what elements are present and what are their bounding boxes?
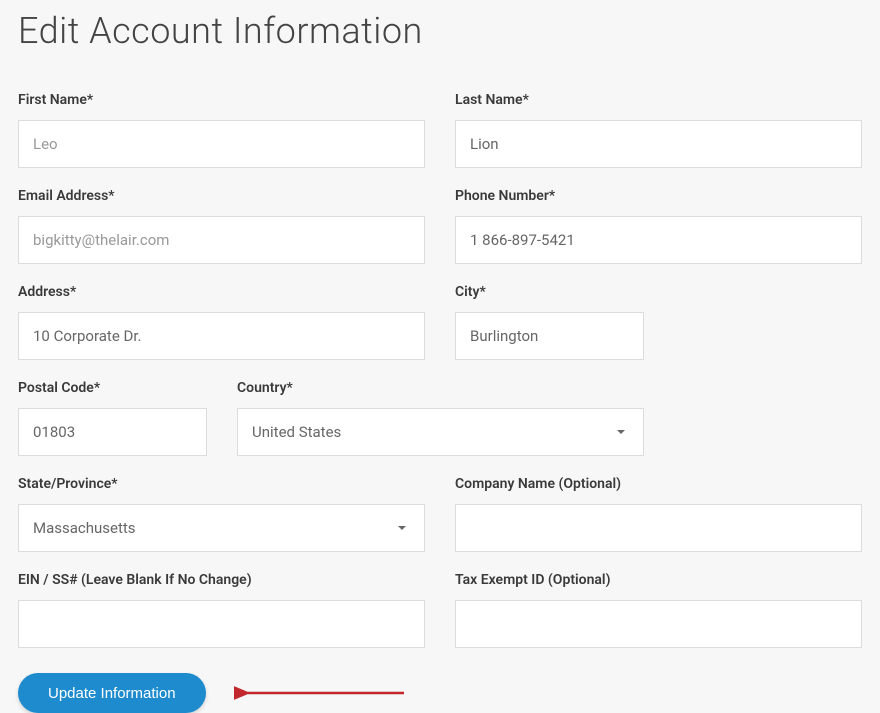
first-name-label: First Name* (18, 92, 425, 108)
first-name-group: First Name* (18, 92, 425, 168)
state-label: State/Province* (18, 476, 425, 492)
postal-code-input[interactable] (18, 408, 207, 456)
city-group: City* (455, 284, 644, 360)
city-input[interactable] (455, 312, 644, 360)
address-input[interactable] (18, 312, 425, 360)
country-group: Country* United States (237, 380, 644, 456)
ein-ss-input[interactable] (18, 600, 425, 648)
email-input[interactable] (18, 216, 425, 264)
state-select[interactable]: Massachusetts (18, 504, 425, 552)
caret-down-icon (617, 430, 625, 434)
first-name-input[interactable] (18, 120, 425, 168)
last-name-label: Last Name* (455, 92, 862, 108)
last-name-input[interactable] (455, 120, 862, 168)
button-row: Update Information (18, 673, 862, 713)
company-name-label: Company Name (Optional) (455, 476, 862, 492)
country-select[interactable]: United States (237, 408, 644, 456)
postal-code-label: Postal Code* (18, 380, 207, 396)
phone-input[interactable] (455, 216, 862, 264)
tax-exempt-input[interactable] (455, 600, 862, 648)
address-label: Address* (18, 284, 425, 300)
ein-ss-group: EIN / SS# (Leave Blank If No Change) (18, 572, 425, 648)
address-group: Address* (18, 284, 425, 360)
tax-exempt-label: Tax Exempt ID (Optional) (455, 572, 862, 588)
phone-label: Phone Number* (455, 188, 862, 204)
country-label: Country* (237, 380, 644, 396)
page-title: Edit Account Information (18, 10, 862, 52)
phone-group: Phone Number* (455, 188, 862, 264)
account-form: First Name* Last Name* Email Address* Ph… (18, 92, 862, 713)
state-group: State/Province* Massachusetts (18, 476, 425, 552)
city-label: City* (455, 284, 644, 300)
email-label: Email Address* (18, 188, 425, 204)
company-name-group: Company Name (Optional) (455, 476, 862, 552)
update-information-button[interactable]: Update Information (18, 673, 206, 713)
caret-down-icon (398, 526, 406, 530)
country-value: United States (252, 423, 617, 441)
company-name-input[interactable] (455, 504, 862, 552)
arrow-annotation (234, 682, 409, 704)
tax-exempt-group: Tax Exempt ID (Optional) (455, 572, 862, 648)
state-value: Massachusetts (33, 519, 398, 537)
ein-ss-label: EIN / SS# (Leave Blank If No Change) (18, 572, 425, 588)
email-group: Email Address* (18, 188, 425, 264)
last-name-group: Last Name* (455, 92, 862, 168)
postal-code-group: Postal Code* (18, 380, 207, 456)
